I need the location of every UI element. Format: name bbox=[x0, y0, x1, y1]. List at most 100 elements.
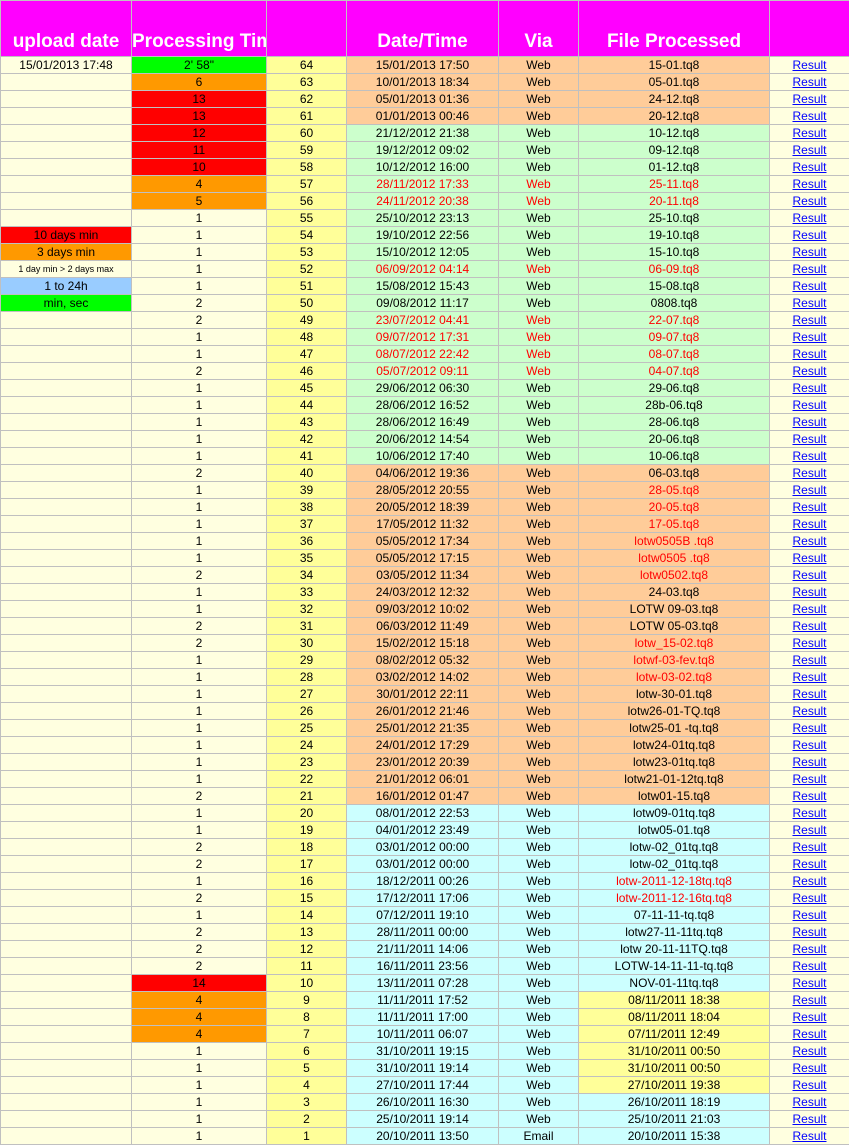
result-link[interactable]: Result bbox=[792, 500, 826, 514]
result-link[interactable]: Result bbox=[792, 534, 826, 548]
file-processed-cell: 06-03.tq8 bbox=[579, 465, 770, 482]
result-link[interactable]: Result bbox=[792, 942, 826, 956]
table-row: 23015/02/2012 15:18Weblotw_15-02.tq8Resu… bbox=[1, 635, 849, 652]
via-cell: Web bbox=[499, 397, 579, 414]
result-link[interactable]: Result bbox=[792, 602, 826, 616]
result-link[interactable]: Result bbox=[792, 772, 826, 786]
via-cell: Web bbox=[499, 584, 579, 601]
date-time-cell: 25/01/2012 21:35 bbox=[347, 720, 499, 737]
upload-date-cell bbox=[1, 482, 132, 499]
result-link[interactable]: Result bbox=[792, 551, 826, 565]
result-link[interactable]: Result bbox=[792, 1129, 826, 1143]
result-link[interactable]: Result bbox=[792, 415, 826, 429]
via-cell: Web bbox=[499, 771, 579, 788]
result-link[interactable]: Result bbox=[792, 653, 826, 667]
result-cell: Result bbox=[770, 261, 849, 278]
upload-number-cell: 62 bbox=[267, 91, 347, 108]
result-link[interactable]: Result bbox=[792, 143, 826, 157]
result-link[interactable]: Result bbox=[792, 449, 826, 463]
result-link[interactable]: Result bbox=[792, 245, 826, 259]
upload-number-cell: 4 bbox=[267, 1077, 347, 1094]
result-link[interactable]: Result bbox=[792, 806, 826, 820]
result-link[interactable]: Result bbox=[792, 211, 826, 225]
result-link[interactable]: Result bbox=[792, 840, 826, 854]
result-link[interactable]: Result bbox=[792, 194, 826, 208]
result-link[interactable]: Result bbox=[792, 874, 826, 888]
file-processed-cell: 15-01.tq8 bbox=[579, 57, 770, 74]
result-link[interactable]: Result bbox=[792, 160, 826, 174]
processing-time-cell: 2 bbox=[132, 635, 267, 652]
result-link[interactable]: Result bbox=[792, 755, 826, 769]
result-link[interactable]: Result bbox=[792, 347, 826, 361]
result-link[interactable]: Result bbox=[792, 517, 826, 531]
result-link[interactable]: Result bbox=[792, 58, 826, 72]
result-link[interactable]: Result bbox=[792, 177, 826, 191]
result-link[interactable]: Result bbox=[792, 704, 826, 718]
result-link[interactable]: Result bbox=[792, 619, 826, 633]
table-row: 14529/06/2012 06:30Web29-06.tq8Result bbox=[1, 380, 849, 397]
result-link[interactable]: Result bbox=[792, 636, 826, 650]
result-link[interactable]: Result bbox=[792, 330, 826, 344]
result-link[interactable]: Result bbox=[792, 721, 826, 735]
upload-date-cell bbox=[1, 346, 132, 363]
result-link[interactable]: Result bbox=[792, 109, 826, 123]
result-link[interactable]: Result bbox=[792, 92, 826, 106]
upload-number-cell: 33 bbox=[267, 584, 347, 601]
result-link[interactable]: Result bbox=[792, 891, 826, 905]
result-link[interactable]: Result bbox=[792, 1044, 826, 1058]
result-link[interactable]: Result bbox=[792, 1027, 826, 1041]
upload-number-cell: 43 bbox=[267, 414, 347, 431]
result-link[interactable]: Result bbox=[792, 568, 826, 582]
upload-number-cell: 38 bbox=[267, 499, 347, 516]
result-link[interactable]: Result bbox=[792, 1112, 826, 1126]
via-cell: Web bbox=[499, 839, 579, 856]
result-link[interactable]: Result bbox=[792, 381, 826, 395]
result-link[interactable]: Result bbox=[792, 228, 826, 242]
processing-time-cell: 2 bbox=[132, 312, 267, 329]
result-link[interactable]: Result bbox=[792, 993, 826, 1007]
via-cell: Web bbox=[499, 652, 579, 669]
result-link[interactable]: Result bbox=[792, 398, 826, 412]
date-time-cell: 08/01/2012 22:53 bbox=[347, 805, 499, 822]
result-link[interactable]: Result bbox=[792, 976, 826, 990]
table-row: 13928/05/2012 20:55Web28-05.tq8Result bbox=[1, 482, 849, 499]
file-processed-cell: 09-07.tq8 bbox=[579, 329, 770, 346]
result-link[interactable]: Result bbox=[792, 1095, 826, 1109]
processing-time-cell: 2 bbox=[132, 924, 267, 941]
result-link[interactable]: Result bbox=[792, 313, 826, 327]
result-link[interactable]: Result bbox=[792, 789, 826, 803]
result-link[interactable]: Result bbox=[792, 738, 826, 752]
result-link[interactable]: Result bbox=[792, 126, 826, 140]
result-link[interactable]: Result bbox=[792, 364, 826, 378]
result-cell: Result bbox=[770, 720, 849, 737]
result-link[interactable]: Result bbox=[792, 908, 826, 922]
result-link[interactable]: Result bbox=[792, 296, 826, 310]
result-link[interactable]: Result bbox=[792, 925, 826, 939]
upload-date-cell bbox=[1, 635, 132, 652]
result-link[interactable]: Result bbox=[792, 687, 826, 701]
result-link[interactable]: Result bbox=[792, 585, 826, 599]
table-row: 21116/11/2011 23:56WebLOTW-14-11-11-tq.t… bbox=[1, 958, 849, 975]
result-link[interactable]: Result bbox=[792, 262, 826, 276]
upload-number-cell: 26 bbox=[267, 703, 347, 720]
result-link[interactable]: Result bbox=[792, 857, 826, 871]
file-processed-cell: lotw-2011-12-18tq.tq8 bbox=[579, 873, 770, 890]
result-link[interactable]: Result bbox=[792, 1078, 826, 1092]
date-time-cell: 01/01/2013 00:46 bbox=[347, 108, 499, 125]
result-link[interactable]: Result bbox=[792, 670, 826, 684]
result-link[interactable]: Result bbox=[792, 823, 826, 837]
result-link[interactable]: Result bbox=[792, 959, 826, 973]
upload-number-cell: 20 bbox=[267, 805, 347, 822]
header-result bbox=[770, 1, 849, 57]
via-cell: Web bbox=[499, 312, 579, 329]
result-link[interactable]: Result bbox=[792, 483, 826, 497]
result-cell: Result bbox=[770, 346, 849, 363]
result-link[interactable]: Result bbox=[792, 75, 826, 89]
result-link[interactable]: Result bbox=[792, 1061, 826, 1075]
result-link[interactable]: Result bbox=[792, 432, 826, 446]
result-link[interactable]: Result bbox=[792, 1010, 826, 1024]
via-cell: Web bbox=[499, 1043, 579, 1060]
result-link[interactable]: Result bbox=[792, 466, 826, 480]
result-link[interactable]: Result bbox=[792, 279, 826, 293]
date-time-cell: 16/11/2011 23:56 bbox=[347, 958, 499, 975]
